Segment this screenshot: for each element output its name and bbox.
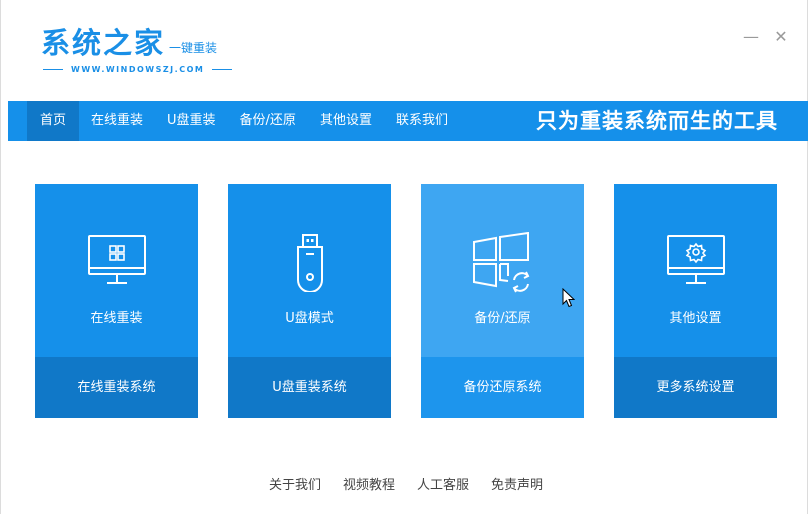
mouse-cursor-icon: [562, 287, 576, 312]
nav-item-other-settings[interactable]: 其他设置: [308, 101, 384, 141]
card-title: 在线重装: [90, 311, 143, 326]
card-backup-restore[interactable]: 备份/还原 备份还原系统: [421, 184, 584, 418]
card-action-button[interactable]: 在线重装系统: [35, 357, 198, 418]
footer-link-video-tutorial[interactable]: 视频教程: [343, 474, 395, 493]
card-other-settings[interactable]: 其他设置 更多系统设置: [614, 184, 777, 418]
brand-title: 系统之家: [41, 26, 166, 60]
footer-link-support[interactable]: 人工客服: [417, 474, 469, 493]
footer-links: 关于我们 视频教程 人工客服 免责声明: [1, 474, 808, 493]
monitor-windows-icon: [35, 232, 198, 292]
card-action-button[interactable]: 备份还原系统: [421, 357, 584, 418]
close-button[interactable]: ✕: [773, 28, 789, 46]
card-title: 备份/还原: [474, 311, 531, 326]
brand-url: WWW.WINDOWSZJ.COM: [43, 65, 233, 74]
feature-cards: 在线重装 在线重装系统 U盘模式 U盘重装系统 备份/还原 备份还原系统 其他设…: [35, 184, 777, 418]
footer-link-disclaimer[interactable]: 免责声明: [491, 474, 543, 493]
nav-item-online-reinstall[interactable]: 在线重装: [79, 101, 155, 141]
windows-restore-icon: [421, 232, 584, 293]
card-action-button[interactable]: 更多系统设置: [614, 357, 777, 418]
brand-logo: 系统之家 一键重装 WWW.WINDOWSZJ.COM: [41, 26, 233, 74]
nav-bar: 首页 在线重装 U盘重装 备份/还原 其他设置 联系我们 只为重装系统而生的工具: [8, 101, 808, 141]
slogan: 只为重装系统而生的工具: [536, 109, 778, 133]
app-window: 系统之家 一键重装 WWW.WINDOWSZJ.COM — ✕ 首页 在线重装 …: [0, 0, 808, 514]
brand-tagline: 一键重装: [169, 41, 218, 55]
window-controls: — ✕: [743, 28, 789, 46]
card-title: U盘模式: [285, 311, 334, 326]
card-usb-mode[interactable]: U盘模式 U盘重装系统: [228, 184, 391, 418]
monitor-gear-icon: [614, 232, 777, 292]
usb-drive-icon: [228, 232, 391, 292]
nav-item-backup-restore[interactable]: 备份/还原: [228, 101, 308, 141]
card-action-button[interactable]: U盘重装系统: [228, 357, 391, 418]
minimize-button[interactable]: —: [743, 28, 759, 46]
nav-item-contact-us[interactable]: 联系我们: [384, 101, 460, 141]
nav-item-home[interactable]: 首页: [27, 101, 80, 141]
card-online-reinstall[interactable]: 在线重装 在线重装系统: [35, 184, 198, 418]
nav-item-usb-reinstall[interactable]: U盘重装: [155, 101, 228, 141]
footer-link-about[interactable]: 关于我们: [269, 474, 321, 493]
card-title: 其他设置: [669, 311, 722, 326]
